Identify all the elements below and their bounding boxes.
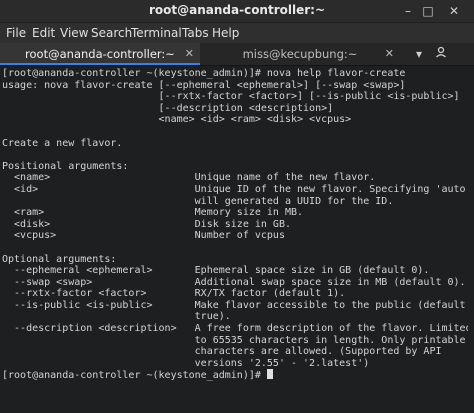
text-cursor: [266, 369, 273, 380]
menu-tabs[interactable]: Tabs: [182, 26, 209, 40]
profile-icon-shape: [436, 46, 446, 58]
terminal-line: --swap <swap> Additional swap space size…: [2, 276, 466, 288]
tab-root-ananda-controller[interactable]: root@ananda-controller:~ ✕: [0, 43, 200, 65]
terminal-line: usage: nova flavor-create [--ephemeral <…: [2, 79, 406, 91]
menu-bar: File Edit View Search Terminal Tabs Help: [0, 23, 474, 43]
prompt-line: [root@ananda-controller ~(keystone_admin…: [2, 369, 472, 381]
tab-label: root@ananda-controller:~: [25, 47, 175, 61]
menu-help[interactable]: Help: [212, 26, 239, 40]
terminal-line: [root@ananda-controller ~(keystone_admin…: [2, 68, 406, 79]
terminal-line: --description <description> A free form …: [2, 323, 472, 335]
add-tab-icon[interactable]: ▾: [410, 45, 428, 63]
scrollbar[interactable]: [468, 66, 474, 413]
menu-terminal[interactable]: Terminal: [131, 26, 182, 40]
terminal-line: true).: [2, 311, 231, 323]
terminal-line: <name> <id> <ram> <disk> <vcpus>: [2, 114, 352, 126]
terminal-output[interactable]: [root@ananda-controller ~(keystone_admin…: [0, 66, 472, 413]
profile-icon[interactable]: [432, 45, 450, 63]
terminal-line: versions '2.55' - '2.latest'): [2, 357, 370, 369]
terminal-line: <disk> Disk size in GB.: [2, 218, 291, 230]
menu-file[interactable]: File: [6, 26, 26, 40]
terminal-line: --ephemeral <ephemeral> Ephemeral space …: [2, 265, 430, 277]
shell-prompt: [root@ananda-controller ~(keystone_admin…: [2, 370, 267, 382]
tab-miss-kecupbung[interactable]: miss@kecupbung:~ ✕: [200, 43, 400, 65]
terminal-line: [--description <description>]: [2, 102, 334, 114]
menu-view[interactable]: View: [60, 26, 88, 40]
terminal-text: [root@ananda-controller ~(keystone_admin…: [2, 68, 472, 381]
terminal-line: Optional arguments:: [2, 253, 117, 265]
terminal-line: to 65535 characters in length. Only prin…: [2, 334, 466, 346]
terminal-line: <ram> Memory size in MB.: [2, 207, 304, 219]
minimize-icon[interactable]: –: [400, 3, 416, 19]
tab-label: miss@kecupbung:~: [242, 47, 358, 61]
tab-bar: root@ananda-controller:~ ✕ miss@kecupbun…: [0, 43, 474, 66]
terminal-line: Positional arguments:: [2, 160, 129, 172]
terminal-window: root@ananda-controller:~ – □ ✕ File Edit…: [0, 0, 474, 413]
maximize-icon[interactable]: □: [420, 3, 436, 19]
tab-close-icon[interactable]: ✕: [185, 43, 194, 65]
terminal-line: characters are allowed. (Supported by AP…: [2, 346, 442, 358]
terminal-line: <vcpus> Number of vcpus: [2, 230, 285, 242]
terminal-line: --is-public <is-public> Make flavor acce…: [2, 299, 466, 311]
terminal-line: Create a new flavor.: [2, 137, 123, 149]
tab-close-icon[interactable]: ✕: [385, 43, 394, 65]
menu-search[interactable]: Search: [91, 26, 132, 40]
menu-edit[interactable]: Edit: [32, 26, 55, 40]
terminal-line: [--rxtx-factor <factor>] [--is-public <i…: [2, 91, 460, 103]
terminal-line: <name> Unique name of the new flavor.: [2, 172, 376, 184]
terminal-line: will generated a UUID for the ID.: [2, 195, 394, 207]
title-bar[interactable]: root@ananda-controller:~ – □ ✕: [0, 0, 474, 23]
terminal-line: --rxtx-factor <factor> RX/TX factor (def…: [2, 288, 346, 300]
close-icon[interactable]: ✕: [446, 3, 462, 19]
terminal-line: <id> Unique ID of the new flavor. Specif…: [2, 183, 472, 195]
